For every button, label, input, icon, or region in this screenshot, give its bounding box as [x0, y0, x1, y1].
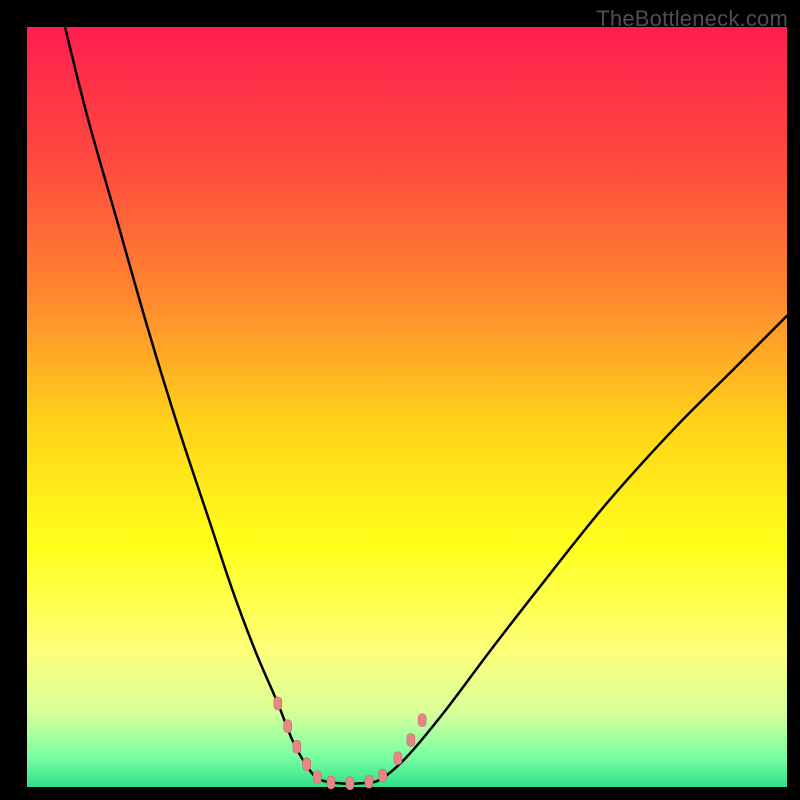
curve-marker [394, 752, 402, 765]
curve-marker [313, 771, 321, 784]
curve-marker [274, 697, 282, 710]
chart-stage: TheBottleneck.com [0, 0, 800, 800]
curve-marker [418, 714, 426, 727]
curve-marker [365, 775, 373, 788]
curve-marker [346, 777, 354, 790]
gradient-background [27, 27, 787, 787]
curve-marker [284, 720, 292, 733]
curve-marker [407, 733, 415, 746]
curve-marker [293, 740, 301, 753]
curve-marker [303, 758, 311, 771]
bottleneck-chart [27, 27, 787, 787]
curve-marker [379, 769, 387, 782]
curve-marker [327, 776, 335, 789]
